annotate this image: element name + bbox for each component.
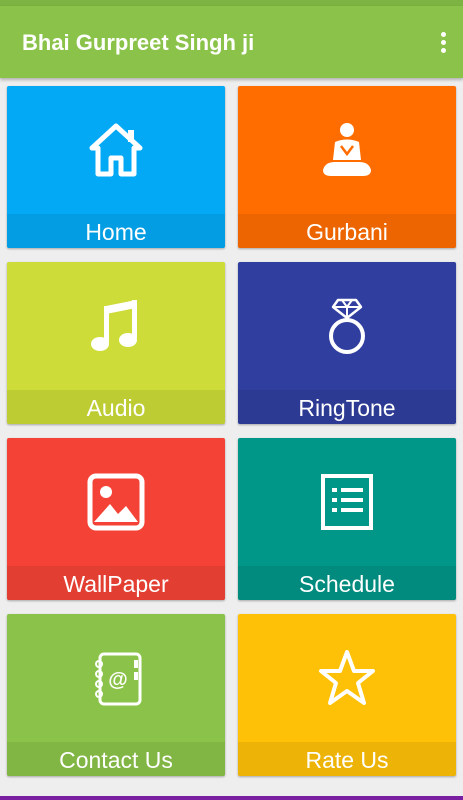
list-icon xyxy=(321,474,373,530)
tile-label: Gurbani xyxy=(238,214,456,248)
bottom-divider xyxy=(0,796,463,800)
overflow-menu-icon[interactable] xyxy=(439,32,447,56)
svg-text:@: @ xyxy=(108,669,128,691)
home-icon xyxy=(89,123,143,177)
tile-gurbani[interactable]: Gurbani xyxy=(238,86,456,248)
tile-label: Audio xyxy=(7,390,225,424)
tile-home[interactable]: Home xyxy=(7,86,225,248)
image-icon xyxy=(87,473,145,531)
tile-audio[interactable]: Audio xyxy=(7,262,225,424)
tile-label: Home xyxy=(7,214,225,248)
tile-rate-us[interactable]: Rate Us xyxy=(238,614,456,776)
star-icon xyxy=(319,650,375,705)
ring-icon xyxy=(329,298,365,354)
app-bar: Bhai Gurpreet Singh ji xyxy=(0,6,463,78)
tile-label: RingTone xyxy=(238,390,456,424)
tile-wallpaper[interactable]: WallPaper xyxy=(7,438,225,600)
music-note-icon xyxy=(91,300,137,351)
tile-label: WallPaper xyxy=(7,566,225,600)
app-title: Bhai Gurpreet Singh ji xyxy=(22,30,255,55)
tile-contact-us[interactable]: @ Contact Us xyxy=(7,614,225,776)
tile-label: Rate Us xyxy=(238,742,456,776)
tile-label: Contact Us xyxy=(7,742,225,776)
contact-book-icon: @ xyxy=(95,652,142,706)
tile-schedule[interactable]: Schedule xyxy=(238,438,456,600)
tile-ringtone[interactable]: RingTone xyxy=(238,262,456,424)
tile-label: Schedule xyxy=(238,566,456,600)
meditation-icon xyxy=(323,123,371,176)
